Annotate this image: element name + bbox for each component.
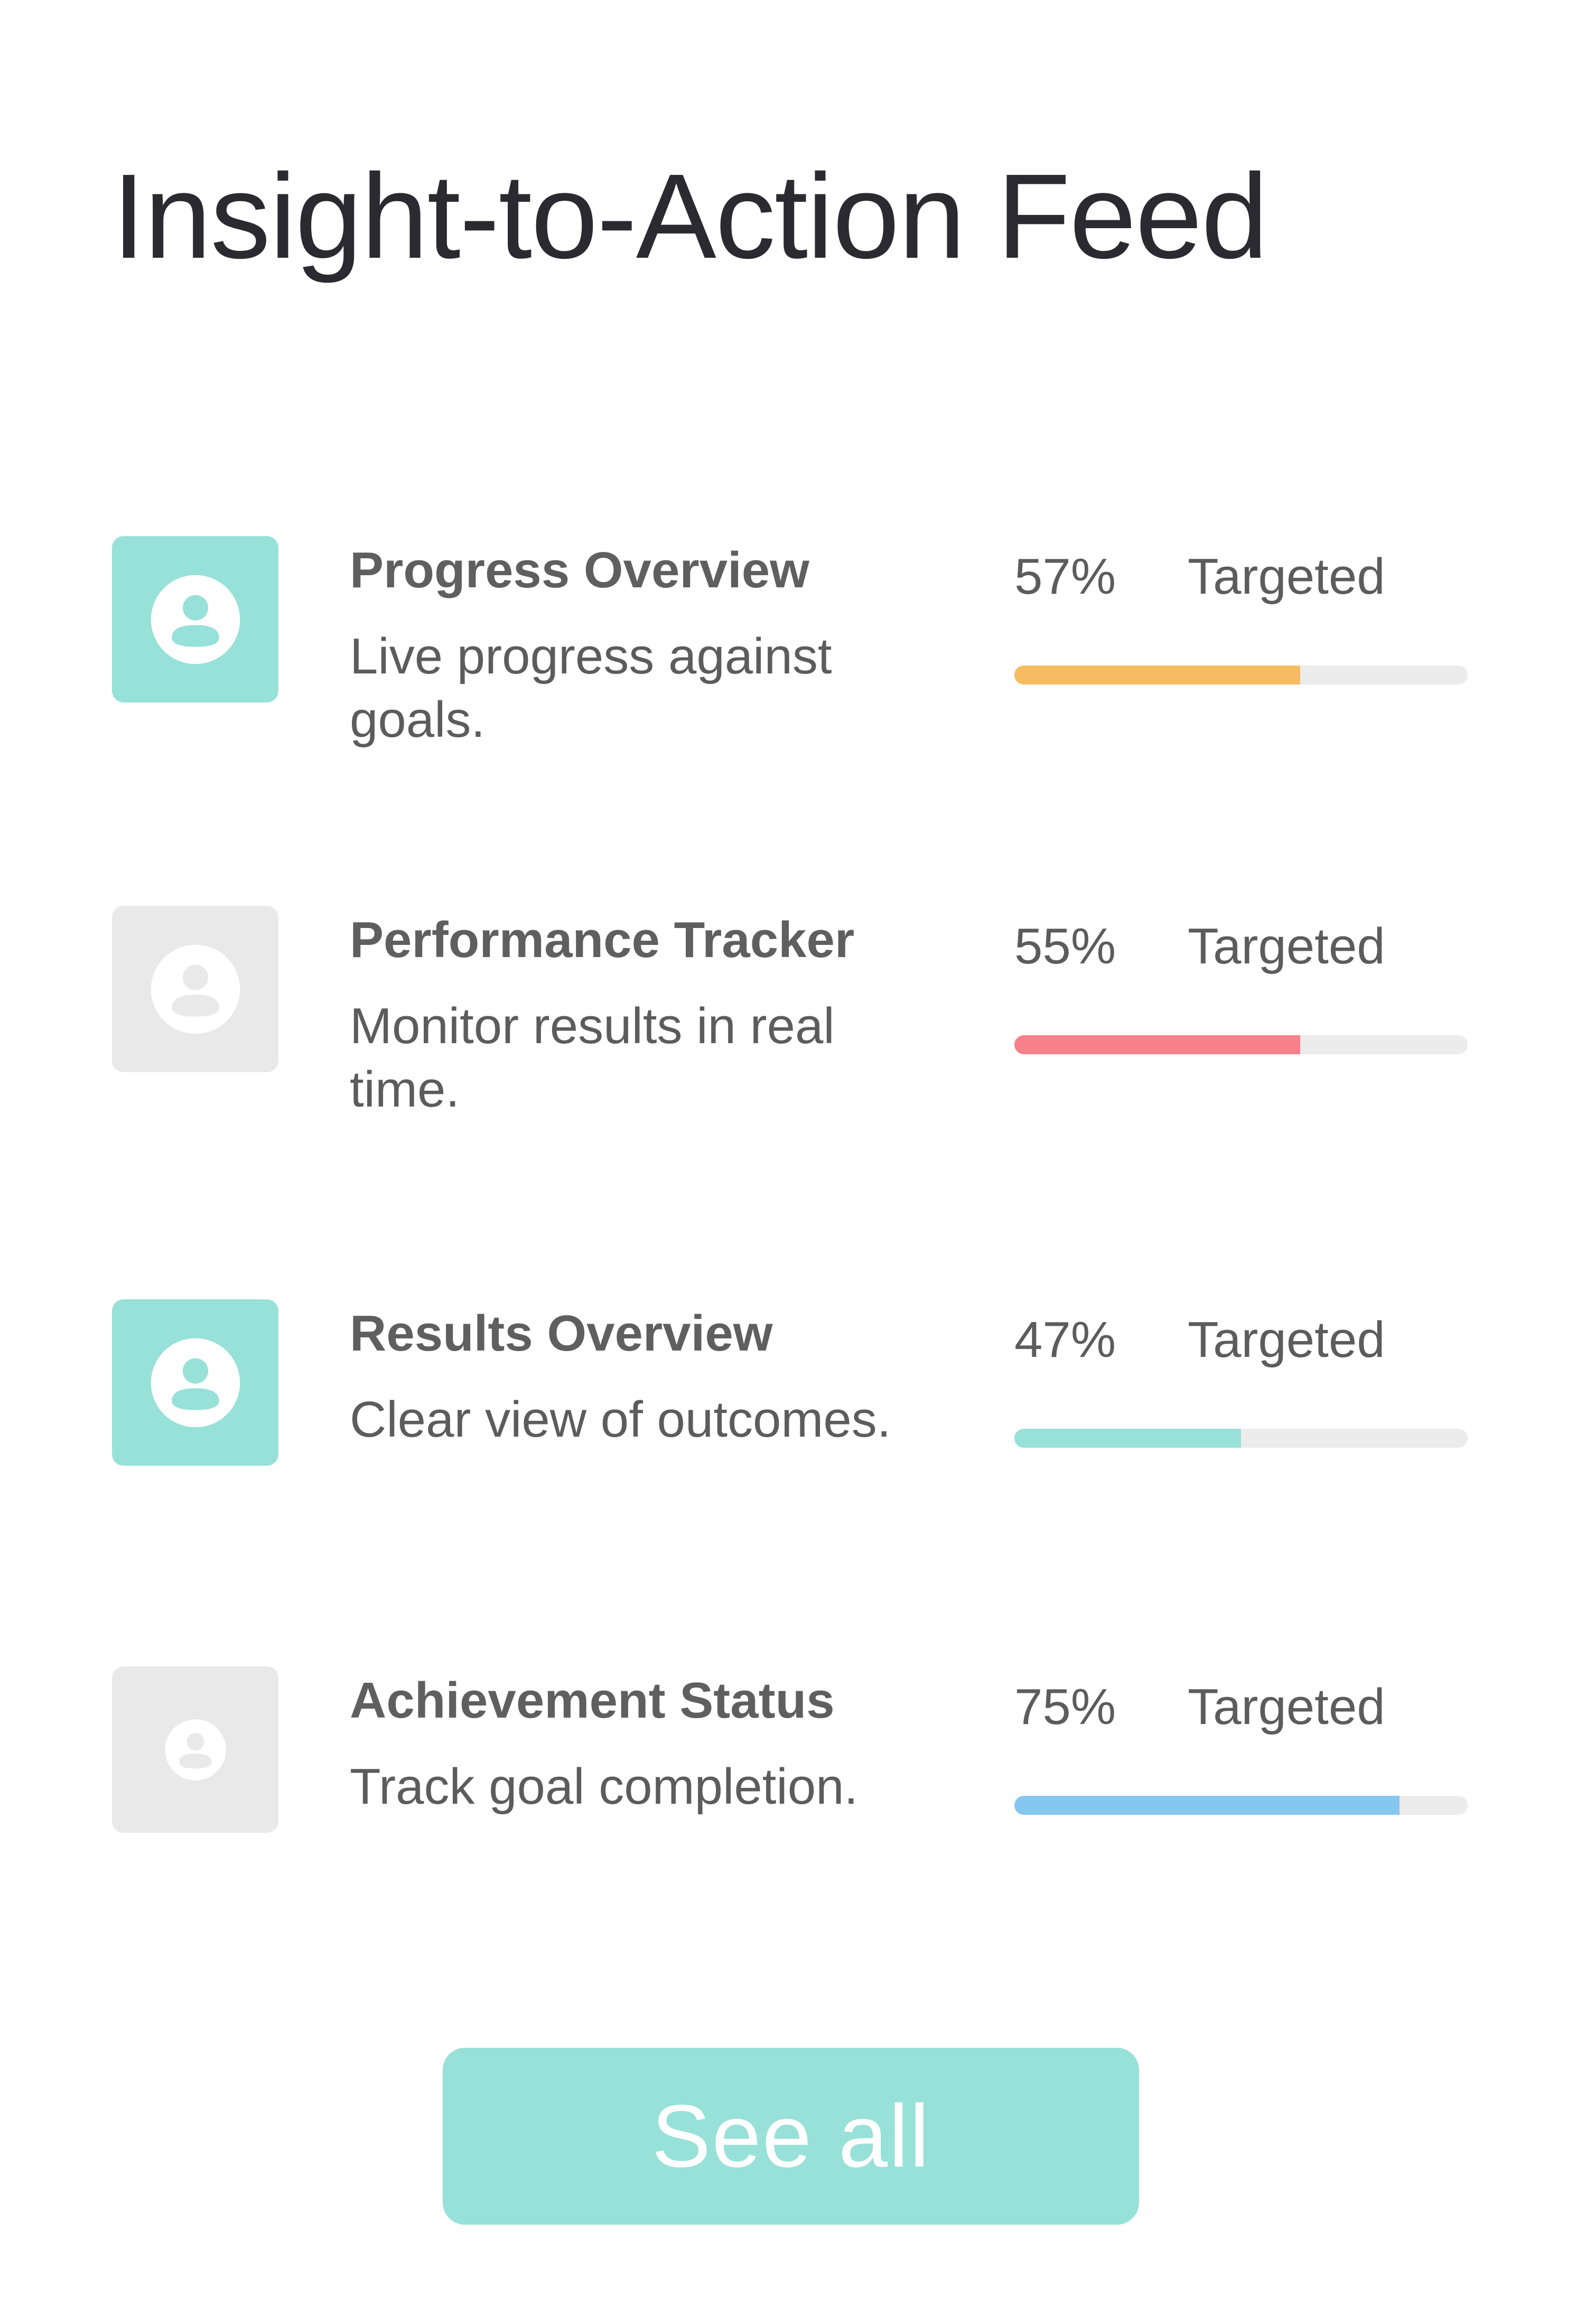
item-description: Live progress against goals. [350, 628, 832, 748]
avatar [112, 536, 278, 702]
item-title: Results Overview [350, 1305, 773, 1362]
user-icon [164, 1719, 226, 1781]
status-label: Targeted [1188, 918, 1385, 974]
item-description: Clear view of outcomes. [350, 1391, 891, 1448]
progress-bar-fill [1014, 1035, 1300, 1054]
item-title: Progress Overview [350, 542, 809, 598]
item-title: Achievement Status [350, 1672, 835, 1729]
avatar [112, 1299, 278, 1466]
avatar [112, 1666, 278, 1833]
avatar [112, 906, 278, 1072]
item-title: Performance Tracker [350, 912, 855, 968]
progress-bar-fill [1014, 666, 1300, 685]
item-description: Track goal completion. [350, 1758, 859, 1815]
progress-bar-fill [1014, 1796, 1400, 1815]
feed-item-achievement-status[interactable]: Achievement Status Track goal completion… [0, 1666, 1576, 1888]
percent-value: 75% [1014, 1679, 1116, 1735]
status-label: Targeted [1188, 1311, 1385, 1368]
status-label: Targeted [1188, 1679, 1385, 1735]
progress-bar [1014, 1429, 1468, 1448]
user-icon [151, 944, 240, 1034]
user-icon [151, 1338, 240, 1427]
percent-value: 57% [1014, 548, 1116, 605]
feed-item-results-overview[interactable]: Results Overview Clear view of outcomes.… [0, 1299, 1576, 1521]
see-all-button[interactable]: See all [443, 2048, 1139, 2225]
progress-bar-fill [1014, 1429, 1241, 1448]
percent-value: 47% [1014, 1311, 1116, 1368]
feed-item-performance-tracker[interactable]: Performance Tracker Monitor results in r… [0, 906, 1576, 1128]
user-icon [151, 575, 240, 664]
progress-bar [1014, 1035, 1468, 1054]
page-title: Insight-to-Action Feed [112, 149, 1268, 284]
percent-value: 55% [1014, 918, 1116, 974]
progress-bar [1014, 666, 1468, 685]
status-label: Targeted [1188, 548, 1385, 605]
item-description: Monitor results in real time. [350, 998, 835, 1118]
feed-item-progress-overview[interactable]: Progress Overview Live progress against … [0, 536, 1576, 758]
progress-bar [1014, 1796, 1468, 1815]
